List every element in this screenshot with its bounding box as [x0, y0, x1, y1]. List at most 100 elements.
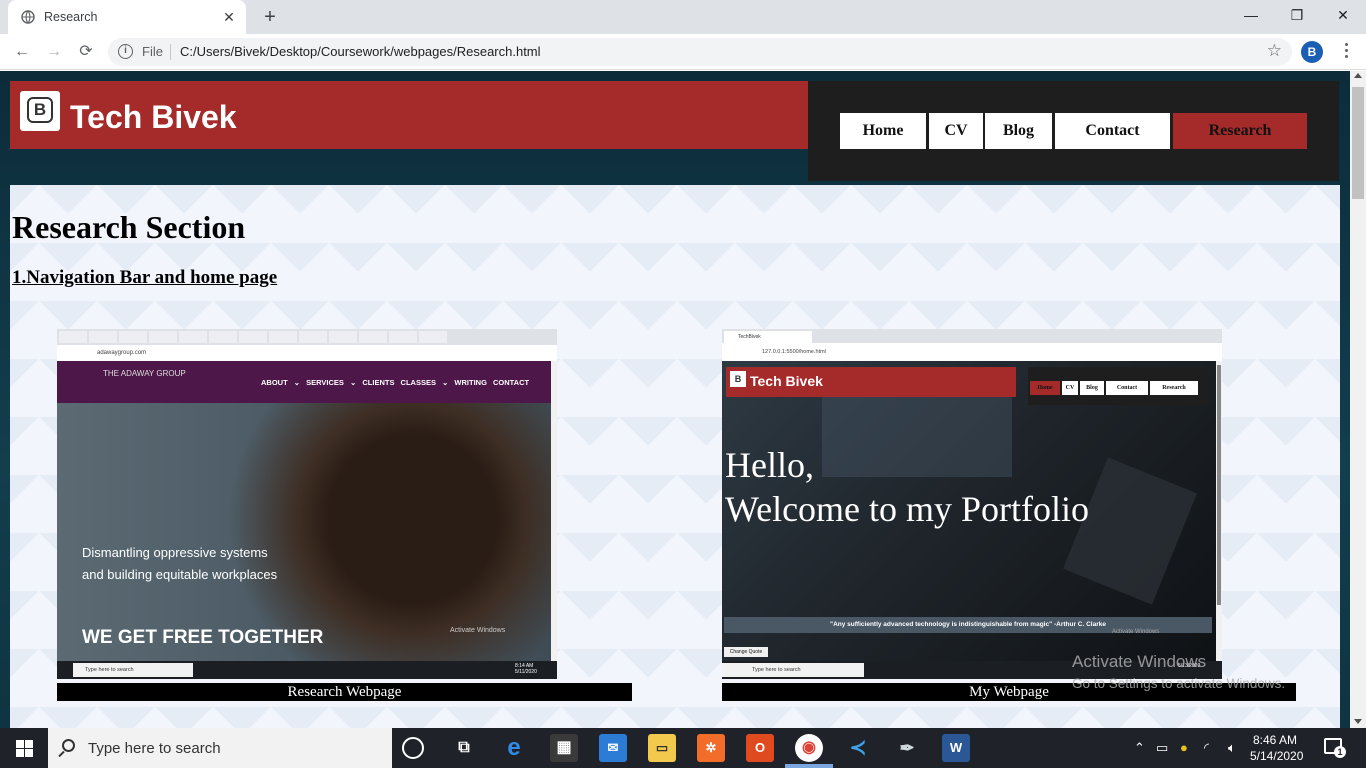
forward-button[interactable]: →: [42, 40, 66, 64]
nav-contact[interactable]: Contact: [1055, 113, 1170, 149]
research-webpage-screenshot: adawaygroup.com THE ADAWAY GROUP ABOUT ⌄…: [57, 329, 557, 679]
nav-blog[interactable]: Blog: [985, 113, 1052, 149]
vscode-icon[interactable]: ≺: [844, 734, 872, 762]
screenshot-url: adawaygroup.com: [57, 345, 557, 361]
caption-research-webpage: Research Webpage: [57, 683, 632, 701]
bootstrap-logo-icon: B: [27, 97, 53, 123]
browser-menu-icon[interactable]: [1338, 40, 1354, 64]
browser-tab-strip: Research ✕ + — ❐ ✕: [0, 0, 1366, 34]
nav-cv[interactable]: CV: [929, 113, 983, 149]
screenshot-tab: TechBivek: [724, 331, 812, 343]
mail-icon[interactable]: ✉: [599, 734, 627, 762]
browser-toolbar: ← → ⟳ i File C:/Users/Bivek/Desktop/Cour…: [0, 34, 1366, 70]
wifi-icon[interactable]: ◜: [1204, 740, 1209, 756]
notification-count: 1: [1334, 746, 1346, 758]
page-viewport: B Tech Bivek Home CV Blog Contact Resear…: [0, 71, 1350, 728]
screenshot-nav-links: ABOUT ⌄ SERVICES ⌄ CLIENTS CLASSES ⌄ WRI…: [261, 378, 530, 387]
screenshot-browser-chrome: TechBivek: [722, 329, 1222, 343]
bookmark-star-icon[interactable]: ☆: [1267, 41, 1282, 61]
screenshot-taskbar: Type here to search 8:14 AM 5/11/2020: [57, 661, 557, 679]
screenshot-hello-text: Hello, Welcome to my Portfolio: [725, 445, 1090, 529]
research-content: Research Section 1.Navigation Bar and ho…: [10, 185, 1340, 728]
browser-tab[interactable]: Research ✕: [8, 0, 246, 34]
page-title: Research Section: [12, 209, 246, 245]
close-window-button[interactable]: ✕: [1320, 0, 1366, 30]
screenshot-brand: B Tech Bivek: [726, 367, 1016, 397]
store-icon[interactable]: ▦: [550, 734, 578, 762]
taskbar-search-placeholder: Type here to search: [88, 740, 221, 757]
site-header-brand: B Tech Bivek: [10, 81, 808, 149]
screenshot-watermark: Activate Windows: [1112, 629, 1160, 635]
shield-icon[interactable]: ●: [1180, 740, 1188, 755]
taskbar-search[interactable]: Type here to search: [48, 728, 392, 768]
profile-avatar[interactable]: B: [1301, 41, 1323, 63]
screenshot-url: 127.0.0.1:5500/home.html: [722, 343, 1222, 361]
xampp-icon[interactable]: ✲: [697, 734, 725, 762]
new-tab-button[interactable]: +: [258, 6, 282, 28]
tab-title: Research: [44, 10, 98, 24]
divider: [170, 44, 171, 60]
windows-taskbar: Type here to search ⧉ e ▦ ✉ ▭ ✲ O ◉ ≺ ✒ …: [0, 728, 1366, 768]
screenshot-page: B Tech Bivek Home CV Blog Contact Resear…: [722, 361, 1216, 661]
screenshot-hero-image: [57, 403, 551, 661]
tab-close-icon[interactable]: ✕: [220, 8, 238, 26]
word-icon[interactable]: W: [942, 734, 970, 762]
back-button[interactable]: ←: [10, 40, 34, 64]
restore-button[interactable]: ❐: [1274, 0, 1320, 30]
screenshot-nav-item: Home: [1030, 381, 1060, 395]
nav-home[interactable]: Home: [840, 113, 926, 149]
battery-icon[interactable]: ▭: [1156, 740, 1168, 756]
scroll-thumb[interactable]: [1352, 87, 1364, 199]
screenshot-nav-item: Blog: [1080, 381, 1104, 395]
chrome-icon[interactable]: ◉: [785, 734, 833, 768]
minimize-button[interactable]: —: [1228, 0, 1274, 30]
file-explorer-icon[interactable]: ▭: [648, 734, 676, 762]
scroll-up-arrow-icon[interactable]: [1354, 73, 1362, 78]
inkscape-icon[interactable]: ✒: [893, 734, 921, 762]
screenshot-clock: 8:14 AM 5/11/2020: [515, 663, 537, 675]
taskbar-clock[interactable]: 8:46 AM 5/14/2020: [1250, 732, 1303, 764]
screenshot-change-quote: Change Quote: [724, 647, 768, 657]
screenshot-nav: Home CV Blog Contact Research: [1028, 367, 1208, 405]
office-icon[interactable]: O: [746, 734, 774, 762]
url-text[interactable]: C:/Users/Bivek/Desktop/Coursework/webpag…: [180, 44, 541, 59]
activate-windows-watermark: Activate Windows Go to Settings to activ…: [1072, 652, 1286, 691]
screenshot-hero-line-2: and building equitable workplaces: [82, 567, 278, 582]
globe-icon: [21, 10, 35, 24]
task-view-icon[interactable]: ⧉: [450, 734, 478, 762]
site-brand-name[interactable]: Tech Bivek: [70, 99, 237, 136]
my-webpage-screenshot: TechBivek 127.0.0.1:5500/home.html B Tec…: [722, 329, 1222, 679]
site-logo[interactable]: B: [20, 91, 60, 131]
nav-research[interactable]: Research: [1173, 113, 1307, 149]
url-scheme: File: [142, 44, 163, 59]
screenshot-hero-line-1: Dismantling oppressive systems: [82, 545, 268, 560]
screenshot-tagline: WE GET FREE TOGETHER: [82, 627, 324, 648]
screenshot-nav-item: Contact: [1106, 381, 1148, 395]
section-subheading: 1.Navigation Bar and home page: [12, 267, 278, 288]
screenshot-browser-chrome: adawaygroup.com: [57, 329, 557, 361]
search-icon: [62, 739, 75, 752]
reload-button[interactable]: ⟳: [74, 40, 98, 64]
screenshot-search: Type here to search: [722, 663, 864, 677]
scroll-down-arrow-icon[interactable]: [1354, 719, 1362, 724]
page-scrollbar[interactable]: [1350, 71, 1366, 728]
screenshot-site-nav: THE ADAWAY GROUP ABOUT ⌄ SERVICES ⌄ CLIE…: [57, 361, 551, 403]
start-button[interactable]: [0, 728, 48, 768]
tray-chevron-icon[interactable]: ⌃: [1134, 740, 1145, 756]
screenshot-brand-name: Tech Bivek: [750, 373, 823, 389]
volume-icon[interactable]: 🔈︎: [1228, 740, 1236, 756]
screenshot-watermark: Activate Windows: [450, 627, 506, 634]
screenshot-nav-item: CV: [1062, 381, 1078, 395]
notification-icon[interactable]: 1: [1324, 738, 1346, 758]
screenshot-scrollbar: [1216, 361, 1222, 661]
site-nav: Home CV Blog Contact Research: [808, 81, 1339, 181]
address-bar[interactable]: i File C:/Users/Bivek/Desktop/Coursework…: [108, 38, 1292, 66]
screenshot-logo-icon: B: [730, 371, 746, 387]
screenshot-scrollbar: [551, 361, 557, 661]
cortana-icon[interactable]: [402, 737, 424, 759]
screenshot-search: Type here to search: [73, 663, 193, 677]
info-icon[interactable]: i: [118, 44, 133, 59]
screenshot-nav-item: Research: [1150, 381, 1198, 395]
screenshot-logo: THE ADAWAY GROUP: [103, 369, 186, 378]
edge-icon[interactable]: e: [500, 734, 528, 762]
